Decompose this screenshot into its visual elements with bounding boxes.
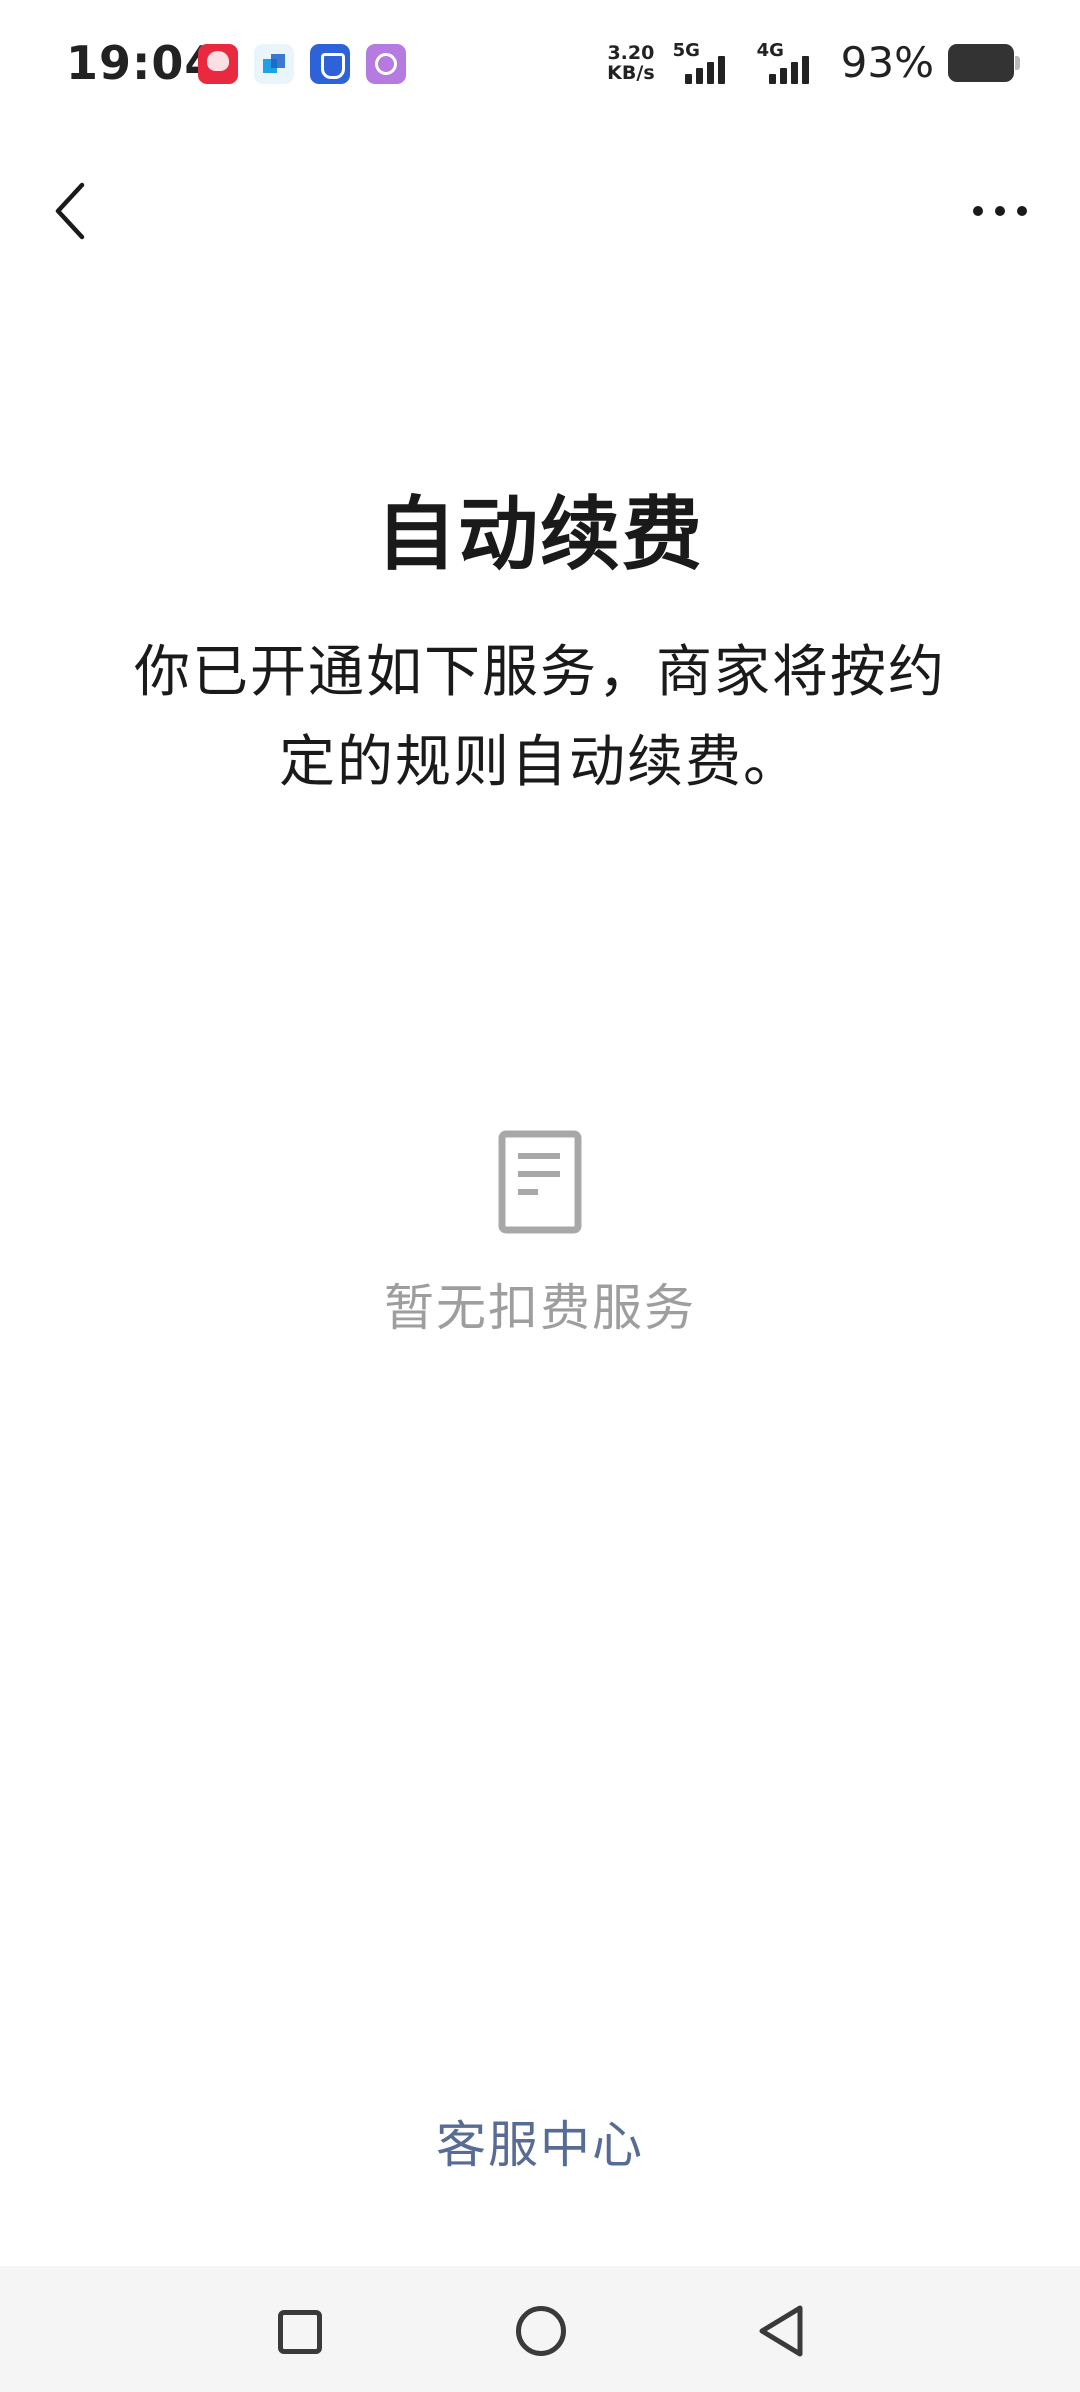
square-recents-icon[interactable]	[278, 2310, 322, 2354]
more-options-button[interactable]	[960, 186, 1040, 236]
blue-squares-app-icon	[254, 44, 294, 84]
customer-service-link[interactable]: 客服中心	[390, 2110, 690, 2180]
shield-app-icon	[310, 44, 350, 84]
chevron-left-icon	[55, 182, 85, 240]
purple-app-icon	[366, 44, 406, 84]
status-indicators: 3.20 KB/s 5G 4G 93%	[607, 38, 1020, 87]
screen: 19:04 3.20 KB/s 5G 4G 93% 自动续费 你已开通如下服务，…	[0, 0, 1080, 2392]
network-speed-value: 3.20	[607, 41, 655, 64]
empty-state-text: 暂无扣费服务	[384, 1279, 696, 1337]
document-icon	[498, 1130, 582, 1234]
status-bar: 19:04 3.20 KB/s 5G 4G 93%	[0, 0, 1080, 130]
page-description: 你已开通如下服务，商家将按约定的规则自动续费。	[134, 640, 946, 795]
back-button[interactable]	[40, 176, 100, 246]
circle-home-icon[interactable]	[516, 2306, 566, 2356]
status-time: 19:04	[66, 36, 218, 90]
notification-icons	[198, 44, 406, 84]
page-title: 自动续费	[376, 488, 704, 581]
signal-5g: 5G	[673, 40, 743, 86]
system-navigation-bar	[0, 2266, 1080, 2392]
battery-icon	[948, 43, 1020, 82]
signal-bars-icon	[684, 55, 725, 84]
more-dots-icon	[973, 206, 983, 216]
signal-4g: 4G	[757, 40, 827, 86]
signal-bars-icon	[768, 55, 809, 84]
pinduoduo-app-icon	[198, 44, 238, 84]
battery-percent: 93%	[840, 38, 934, 87]
network-speed-unit: KB/s	[607, 61, 655, 84]
network-speed: 3.20 KB/s	[607, 43, 654, 83]
triangle-back-icon[interactable]	[756, 2304, 806, 2358]
